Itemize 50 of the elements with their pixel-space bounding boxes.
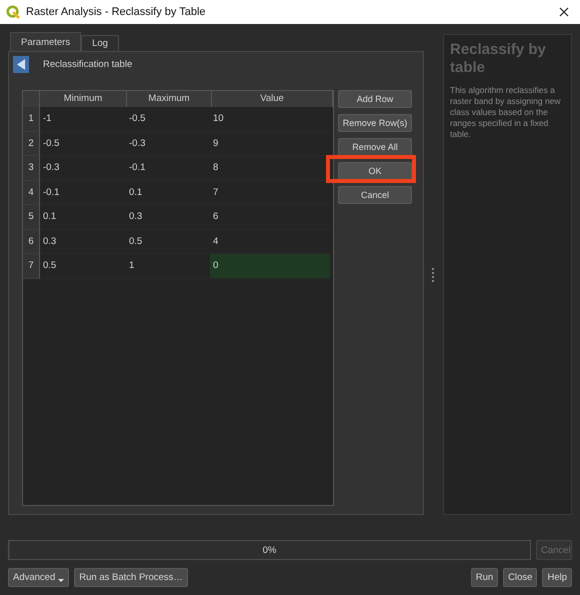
table-cell: 7 (210, 180, 330, 205)
splitter-handle[interactable] (432, 268, 436, 282)
table-cell: 0 (210, 254, 330, 278)
row-number[interactable]: 7 (23, 254, 40, 278)
window-title: Raster Analysis - Reclassify by Table (26, 6, 207, 18)
row-number[interactable]: 2 (23, 132, 40, 156)
table-cell: 8 (210, 156, 330, 180)
table-cell: 6 (210, 205, 330, 230)
footer-button[interactable]: Run (470, 568, 498, 587)
table-cell: -1 (40, 107, 126, 132)
table-cell: 0.5 (40, 254, 126, 278)
app-logo-icon (6, 5, 20, 19)
table-button[interactable]: Remove All (338, 138, 412, 156)
left-triangle-icon (16, 58, 26, 70)
table-button[interactable]: Add Row (338, 90, 412, 108)
column-header[interactable]: Value (212, 91, 333, 107)
footer-button[interactable]: Help (542, 568, 572, 587)
table-cell: -0.3 (40, 156, 126, 180)
table-cell: 0.1 (126, 180, 210, 205)
table-button[interactable]: OK (338, 162, 412, 180)
progress-label: 0% (262, 544, 276, 556)
column-header[interactable]: Maximum (127, 91, 212, 107)
row-number[interactable]: 5 (23, 205, 40, 230)
section-title: Reclassification table (43, 58, 132, 70)
footer-button[interactable]: Close (503, 568, 538, 587)
table-cell: -0.3 (126, 132, 210, 156)
tab[interactable]: Parameters (10, 32, 82, 51)
batch-button[interactable]: Run as Batch Process… (74, 568, 188, 587)
help-title: Reclassify by table (450, 41, 547, 77)
help-text: This algorithm reclassifies a raster band by assigning new class values based on the ranges specified in a fixed table. (450, 85, 562, 140)
collapse-button[interactable] (13, 56, 29, 72)
tab[interactable]: Log (81, 35, 119, 51)
table-cell: -0.5 (40, 132, 126, 156)
table-cell: 9 (210, 132, 330, 156)
column-header[interactable]: Minimum (40, 91, 127, 107)
row-number[interactable]: 4 (23, 180, 40, 205)
table-cell: -0.1 (40, 180, 126, 205)
table-cell: 10 (210, 107, 330, 132)
row-number[interactable]: 6 (23, 230, 40, 254)
row-number[interactable]: 3 (23, 156, 40, 180)
table-button[interactable]: Cancel (338, 186, 412, 204)
row-number[interactable]: 1 (23, 107, 40, 132)
table-cell: 0.5 (126, 230, 210, 254)
table-cell: -0.1 (126, 156, 210, 180)
table-button[interactable]: Remove Row(s) (338, 114, 412, 132)
table-cell: 0.3 (40, 230, 126, 254)
table-cell: -0.5 (126, 107, 210, 132)
advanced-dropdown[interactable]: Advanced (8, 568, 70, 587)
table-cell: 0.1 (40, 205, 126, 230)
table-cell: 0.3 (126, 205, 210, 230)
